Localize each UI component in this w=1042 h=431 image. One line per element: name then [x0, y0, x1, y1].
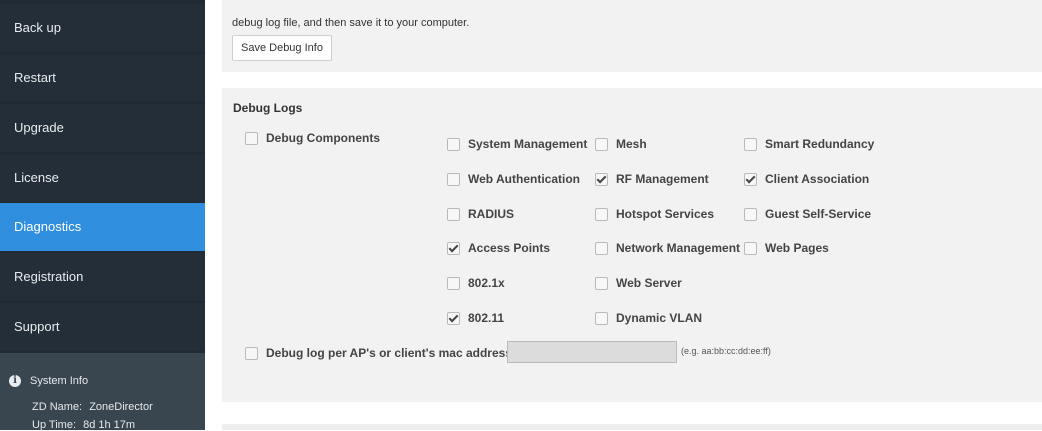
checkbox-label: System Management	[468, 137, 588, 151]
mac-filter-checkbox[interactable]: Debug log per AP's or client's mac addre…	[245, 346, 512, 360]
checkbox-smart-redundancy[interactable]: Smart Redundancy	[744, 137, 874, 151]
checkbox-web-authentication[interactable]: Web Authentication	[447, 172, 580, 186]
save-debug-panel: debug log file, and then save it to your…	[222, 0, 1042, 72]
checkbox-label: 802.1x	[468, 276, 505, 290]
zd-name-value: ZoneDirector	[89, 401, 153, 413]
checkbox-label: Guest Self-Service	[765, 207, 872, 221]
checkbox-mesh[interactable]: Mesh	[595, 137, 647, 151]
checkbox-label: Web Authentication	[468, 172, 580, 186]
checkbox-label: RF Management	[616, 172, 709, 186]
checkbox-box[interactable]	[245, 131, 258, 145]
checkbox-access-points[interactable]: Access Points	[447, 241, 550, 255]
save-debug-info-button[interactable]: Save Debug Info	[232, 35, 332, 61]
checkbox-box[interactable]	[245, 346, 258, 360]
checkbox-box[interactable]	[744, 241, 757, 255]
debug-logs-title: Debug Logs	[233, 101, 303, 115]
checkbox-label: Mesh	[616, 137, 647, 151]
checkbox-rf-management[interactable]: RF Management	[595, 172, 709, 186]
debug-info-text: debug log file, and then save it to your…	[232, 17, 470, 29]
checkbox-label: Debug log per AP's or client's mac addre…	[266, 346, 512, 360]
checkbox-hotspot-services[interactable]: Hotspot Services	[595, 207, 714, 221]
checkbox-box[interactable]	[595, 311, 608, 325]
checkbox-radius[interactable]: RADIUS	[447, 207, 514, 221]
checkbox-802-11[interactable]: 802.11	[447, 311, 504, 325]
next-panel	[222, 424, 1042, 430]
sidebar-item-registration[interactable]: Registration	[0, 253, 205, 301]
checkbox-client-association[interactable]: Client Association	[744, 172, 869, 186]
checkbox-dynamic-vlan[interactable]: Dynamic VLAN	[595, 311, 702, 325]
checkbox-label: Web Server	[616, 276, 682, 290]
sidebar-item-upgrade[interactable]: Upgrade	[0, 104, 205, 152]
checkbox-box[interactable]	[447, 172, 460, 186]
mac-address-input[interactable]	[507, 341, 677, 363]
sidebar-item-back-up[interactable]: Back up	[0, 4, 205, 52]
checkbox-box[interactable]	[447, 311, 460, 325]
checkbox-box[interactable]	[744, 207, 757, 221]
zd-name-label: ZD Name:	[32, 401, 83, 413]
checkbox-box[interactable]	[595, 137, 608, 151]
sidebar-item-restart[interactable]: Restart	[0, 54, 205, 102]
gutter	[205, 0, 222, 430]
checkbox-box[interactable]	[744, 172, 757, 186]
checkbox-box[interactable]	[595, 276, 608, 290]
checkbox-box[interactable]	[447, 276, 460, 290]
checkbox-box[interactable]	[744, 137, 757, 151]
checkbox-label: 802.11	[468, 311, 505, 325]
sidebar-item-support[interactable]: Support	[0, 303, 205, 351]
checkbox-box[interactable]	[595, 207, 608, 221]
debug-logs-panel: Debug Logs Debug Components System Manag…	[222, 88, 1042, 402]
checkbox-label: Smart Redundancy	[765, 137, 875, 151]
checkbox-box[interactable]	[447, 137, 460, 151]
checkbox-box[interactable]	[595, 172, 608, 186]
checkbox-label: Client Association	[765, 172, 870, 186]
info-icon: i	[9, 375, 21, 387]
sidebar-item-diagnostics[interactable]: Diagnostics	[0, 203, 205, 251]
checkbox-box[interactable]	[447, 241, 460, 255]
system-info-panel: i System Info ZD Name: ZoneDirector Up T…	[0, 353, 205, 431]
checkbox-label: Hotspot Services	[616, 207, 715, 221]
checkbox-box[interactable]	[447, 207, 460, 221]
system-info-title: System Info	[30, 375, 89, 387]
checkbox-system-management[interactable]: System Management	[447, 137, 587, 151]
checkbox-802-1x[interactable]: 802.1x	[447, 276, 505, 290]
debug-components-checkbox[interactable]: Debug Components	[245, 131, 380, 145]
checkbox-label: Network Management	[616, 241, 741, 255]
system-info-header: i System Info	[9, 375, 88, 387]
checkbox-label: RADIUS	[468, 207, 515, 221]
uptime-row: Up Time: 8d 1h 17m	[32, 419, 135, 431]
sidebar-item-license[interactable]: License	[0, 154, 205, 202]
checkbox-web-pages[interactable]: Web Pages	[744, 241, 829, 255]
checkbox-label: Access Points	[468, 241, 551, 255]
mac-address-hint: (e.g. aa:bb:cc:dd:ee:ff)	[681, 346, 771, 356]
checkbox-label: Debug Components	[266, 131, 380, 145]
checkbox-guest-self-service[interactable]: Guest Self-Service	[744, 207, 871, 221]
uptime-label: Up Time:	[32, 419, 77, 431]
checkbox-box[interactable]	[595, 241, 608, 255]
zd-name-row: ZD Name: ZoneDirector	[32, 401, 153, 413]
checkbox-web-server[interactable]: Web Server	[595, 276, 682, 290]
checkbox-network-management[interactable]: Network Management	[595, 241, 740, 255]
sidebar: Back up Restart Upgrade License Diagnost…	[0, 0, 205, 431]
uptime-value: 8d 1h 17m	[83, 419, 136, 431]
checkbox-label: Dynamic VLAN	[616, 311, 703, 325]
checkbox-label: Web Pages	[765, 241, 829, 255]
